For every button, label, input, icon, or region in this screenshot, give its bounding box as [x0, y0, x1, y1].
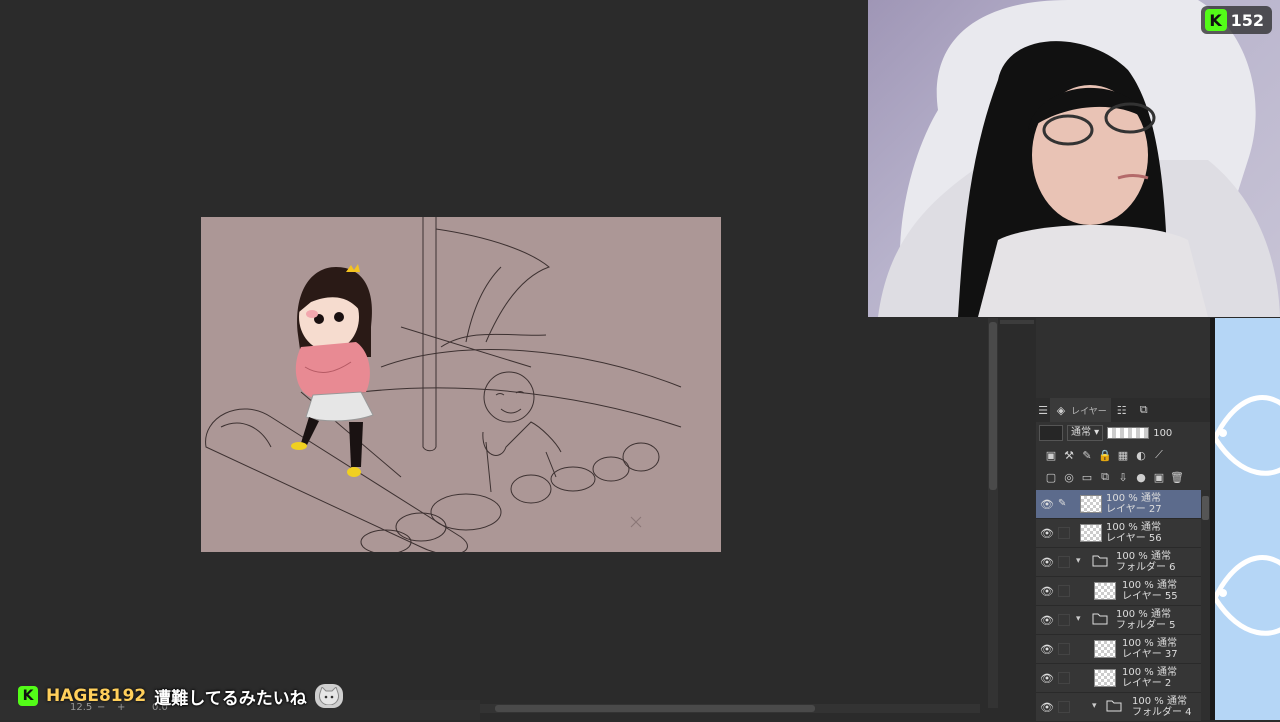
kick-logo-icon: K: [1204, 9, 1227, 31]
layer-thumbnail: [1094, 669, 1116, 687]
folder-row[interactable]: 👁 ▾ 100 % 通常 フォルダー 6: [1036, 548, 1201, 577]
layer-lock-box[interactable]: [1058, 701, 1070, 713]
viewer-count: 152: [1230, 10, 1264, 30]
tab-history[interactable]: ⧉: [1133, 398, 1155, 422]
folder-icon: [1092, 555, 1108, 567]
visibility-eye-icon[interactable]: 👁: [1040, 527, 1054, 540]
layer-list-scrollbar[interactable]: [1201, 490, 1210, 720]
layer-thumbnail: [1094, 640, 1116, 658]
chat-message: K HAGE8192 遭難してるみたいね: [18, 683, 343, 709]
canvas-horizontal-scrollbar[interactable]: [480, 704, 980, 713]
chibi-character: [291, 264, 374, 477]
panel-menu-icon[interactable]: ☰: [1036, 403, 1050, 417]
merge-layer-icon[interactable]: ⇩: [1116, 470, 1130, 484]
visibility-eye-icon[interactable]: 👁: [1040, 556, 1054, 569]
layer-row[interactable]: 👁 ✎ 100 % 通常 レイヤー 27: [1036, 490, 1201, 519]
chevron-down-icon[interactable]: ▾: [1076, 614, 1081, 624]
mask-icon[interactable]: ◐: [1134, 448, 1148, 462]
cat-emote-icon: [314, 684, 343, 708]
layer-actions-row: ▢ ◎ ▭ ⧉ ⇩ ● ▣ 🗑: [1036, 466, 1210, 488]
layer-panel: ☰ ◈ レイヤー ☷ ⧉ 通常 ▾ 100 ▣ ⚒ ✎ 🔒 ▦ ◐ ⟋ ▢ ◎ …: [1036, 398, 1210, 722]
property-icon: ☷: [1116, 403, 1127, 417]
delete-layer-icon[interactable]: 🗑: [1170, 470, 1184, 484]
blend-row: 通常 ▾ 100: [1036, 422, 1210, 444]
clip-icon[interactable]: ▣: [1044, 448, 1058, 462]
blend-mode-select[interactable]: 通常 ▾: [1067, 425, 1104, 441]
chevron-down-icon[interactable]: ▾: [1076, 556, 1081, 566]
visibility-eye-icon[interactable]: 👁: [1040, 585, 1054, 598]
layer-row[interactable]: 👁 100 % 通常 レイヤー 2: [1036, 664, 1201, 693]
folder-icon: [1106, 700, 1122, 712]
history-icon: ⧉: [1139, 403, 1148, 416]
visibility-eye-icon[interactable]: 👁: [1040, 614, 1054, 627]
edit-pen-icon: ✎: [1058, 498, 1067, 509]
opacity-slider[interactable]: [1107, 427, 1150, 439]
kick-badge-icon: K: [18, 686, 38, 706]
horizontal-scroll-thumb[interactable]: [495, 705, 815, 712]
ruler-icon[interactable]: ⟋: [1152, 448, 1166, 462]
layers-icon: ◈: [1056, 403, 1066, 417]
webcam-video: [878, 0, 1280, 317]
layer-thumbnail: [1080, 495, 1102, 513]
layer-options-row: ▣ ⚒ ✎ 🔒 ▦ ◐ ⟋: [1036, 444, 1210, 466]
folder-row[interactable]: 👁 ▾ 100 % 通常 フォルダー 4: [1036, 693, 1201, 722]
webcam-overlay: K 152: [868, 0, 1280, 317]
layer-lock-box[interactable]: [1058, 527, 1070, 539]
layer-panel-tabs: ☰ ◈ レイヤー ☷ ⧉: [1036, 398, 1210, 422]
visibility-eye-icon[interactable]: 👁: [1040, 498, 1054, 511]
canvas-vertical-scrollbar[interactable]: [988, 318, 998, 708]
lock-transparency-icon[interactable]: ▦: [1116, 448, 1130, 462]
layer-row[interactable]: 👁 100 % 通常 レイヤー 55: [1036, 577, 1201, 606]
navigator-panel: [998, 318, 1210, 398]
fish-pattern: [1215, 395, 1280, 636]
mask-add-icon[interactable]: ●: [1134, 470, 1148, 484]
tab-property[interactable]: ☷: [1111, 398, 1133, 422]
chat-text: 遭難してるみたいね: [154, 688, 307, 709]
new-raster-layer-icon[interactable]: ▢: [1044, 470, 1058, 484]
layer-thumbnail: [1080, 524, 1102, 542]
reference-panel: [1215, 318, 1280, 720]
sketch-illustration: [205, 217, 682, 552]
visibility-eye-icon[interactable]: 👁: [1040, 643, 1054, 656]
layer-lock-box[interactable]: [1058, 672, 1070, 684]
layer-lock-box[interactable]: [1058, 614, 1070, 626]
folder-icon: [1092, 613, 1108, 625]
drawing-artboard[interactable]: [201, 217, 721, 552]
folder-row[interactable]: 👁 ▾ 100 % 通常 フォルダー 5: [1036, 606, 1201, 635]
canvas-area[interactable]: [0, 0, 988, 720]
viewer-count-badge: K 152: [1200, 6, 1272, 34]
chat-username: HAGE8192: [46, 686, 147, 706]
tab-layers-label: レイヤー: [1071, 406, 1107, 417]
apply-mask-icon[interactable]: ▣: [1152, 470, 1166, 484]
layer-color-box[interactable]: [1039, 425, 1063, 441]
tab-layers[interactable]: ◈ レイヤー: [1050, 398, 1111, 422]
new-vector-layer-icon[interactable]: ◎: [1062, 470, 1076, 484]
layer-scroll-thumb[interactable]: [1202, 496, 1209, 520]
layer-list: 👁 ✎ 100 % 通常 レイヤー 27 👁 100 % 通常 レイヤー 56 👁 …: [1036, 490, 1201, 722]
reference-icon[interactable]: ⚒: [1062, 448, 1076, 462]
layer-row[interactable]: 👁 100 % 通常 レイヤー 37: [1036, 635, 1201, 664]
layer-row[interactable]: 👁 100 % 通常 レイヤー 56: [1036, 519, 1201, 548]
layer-thumbnail: [1094, 582, 1116, 600]
lock-icon[interactable]: 🔒: [1098, 448, 1112, 462]
layer-lock-box[interactable]: [1058, 585, 1070, 597]
new-folder-icon[interactable]: ▭: [1080, 470, 1094, 484]
visibility-eye-icon[interactable]: 👁: [1040, 672, 1054, 685]
layer-lock-box[interactable]: [1058, 556, 1070, 568]
layer-lock-box[interactable]: [1058, 643, 1070, 655]
copy-layer-icon[interactable]: ⧉: [1098, 470, 1112, 484]
chevron-down-icon[interactable]: ▾: [1092, 701, 1097, 711]
vertical-scroll-thumb[interactable]: [989, 322, 997, 490]
panel-grip[interactable]: [1000, 320, 1034, 324]
visibility-eye-icon[interactable]: 👁: [1040, 701, 1054, 714]
draft-icon[interactable]: ✎: [1080, 448, 1094, 462]
panel-gutter: [998, 398, 1036, 720]
opacity-value[interactable]: 100: [1153, 428, 1172, 439]
